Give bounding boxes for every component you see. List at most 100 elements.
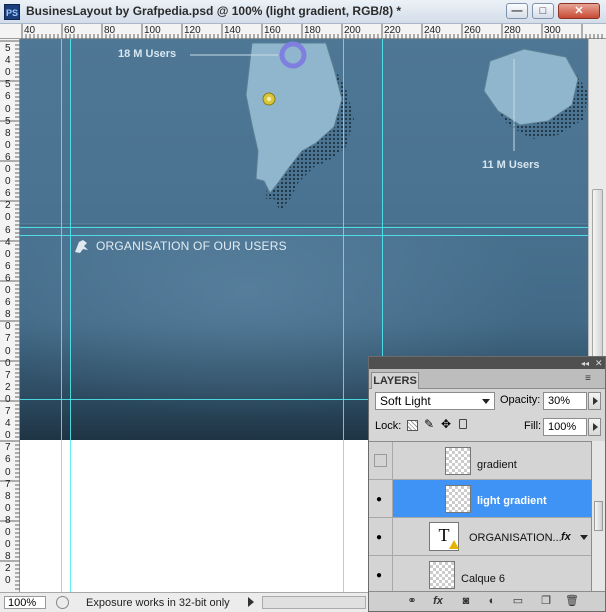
chevron-right-icon <box>593 423 598 431</box>
panel-header-strip[interactable]: ◂◂ ✕ <box>369 357 605 369</box>
ruler-tick-label: 6 <box>5 260 11 272</box>
scrollbar-thumb[interactable] <box>594 501 603 531</box>
ruler-tick-label: 60 <box>64 25 76 36</box>
ruler-tick-label: 40 <box>24 25 36 36</box>
ruler-tick-label: 0 <box>5 502 11 514</box>
ruler-tick-label: 140 <box>224 25 241 36</box>
opacity-slider-button[interactable] <box>588 392 601 410</box>
zoom-level-field[interactable]: 100% <box>4 596 46 609</box>
document-title: BusinesLayout by Grafpedia.psd @ 100% (l… <box>26 4 402 18</box>
minimize-button[interactable]: — <box>506 3 528 19</box>
ruler-tick-label: 8 <box>5 309 11 321</box>
fill-label: Fill: <box>524 420 542 432</box>
users-icon <box>75 240 88 253</box>
visibility-toggle[interactable] <box>369 442 393 479</box>
status-menu-arrow-icon[interactable] <box>248 597 254 607</box>
ruler-tick-label: 0 <box>5 527 11 538</box>
lock-transparent-pixels-icon[interactable] <box>407 420 418 431</box>
users-count-left: 18 M Users <box>118 48 177 60</box>
layer-name: light gradient <box>477 495 547 507</box>
blend-mode-value: Soft Light <box>380 394 431 408</box>
ruler-tick-label: 6 <box>5 454 11 466</box>
new-layer-icon[interactable]: ❐ <box>539 595 553 608</box>
scrollbar-thumb[interactable] <box>592 189 603 369</box>
mask-icon[interactable]: ◙ <box>459 595 473 608</box>
ruler-tick-label: 180 <box>304 25 321 36</box>
ruler-tick-label: 260 <box>464 25 481 36</box>
trash-icon[interactable]: 🗑 <box>565 595 579 608</box>
ruler-tick-label: 220 <box>384 25 401 36</box>
ruler-tick-label: 2 <box>5 381 11 393</box>
expand-effects-icon[interactable] <box>580 535 588 540</box>
ruler-tick-label: 6 <box>5 188 11 200</box>
ruler-tick-label: 0 <box>5 176 11 188</box>
ruler-tick-label: 4 <box>5 236 11 248</box>
layer-list-scrollbar[interactable] <box>591 441 605 591</box>
ruler-tick-label: 7 <box>5 478 11 490</box>
ruler-tick-label: 80 <box>104 25 116 36</box>
layer-row[interactable]: ● Calque 6 <box>369 556 591 592</box>
layers-panel-footer: ⚭ fx ◙ ◐ ▭ ❐ 🗑 <box>369 591 605 611</box>
ruler-tick-label: 7 <box>5 369 11 381</box>
layer-thumbnail <box>445 447 471 475</box>
chevron-down-icon <box>482 399 490 404</box>
ruler-tick-label: 6 <box>5 272 11 284</box>
guide-vertical[interactable] <box>343 39 344 592</box>
ruler-tick-label: 7 <box>5 442 11 454</box>
fill-slider-button[interactable] <box>588 418 601 436</box>
ruler-tick-label: 0 <box>5 164 11 175</box>
tab-layers[interactable]: LAYERS <box>371 372 419 389</box>
eye-icon: ● <box>376 494 383 505</box>
vertical-ruler[interactable]: 5405605806006206406606807007207407607808… <box>0 39 20 592</box>
opacity-input[interactable]: 30% <box>543 392 587 410</box>
group-icon[interactable]: ▭ <box>511 595 525 608</box>
panel-menu-icon[interactable]: ≡ <box>585 373 591 384</box>
guide-vertical[interactable] <box>70 39 71 592</box>
fx-badge[interactable]: fx <box>561 531 571 543</box>
layer-row-selected[interactable]: ● light gradient <box>369 480 591 518</box>
ruler-tick-label: 6 <box>5 297 11 309</box>
panel-tab-bar: LAYERS ≡ <box>369 369 605 389</box>
restore-button[interactable]: □ <box>532 3 554 19</box>
ruler-tick-label: 0 <box>5 139 11 151</box>
guide-horizontal[interactable] <box>20 235 588 236</box>
visibility-toggle[interactable]: ● <box>369 480 393 517</box>
ruler-tick-label: 8 <box>5 490 11 502</box>
layer-thumbnail <box>445 485 471 513</box>
layer-row[interactable]: gradient <box>369 442 591 480</box>
status-info-icon[interactable] <box>56 596 69 609</box>
close-panel-icon[interactable]: ✕ <box>595 358 603 369</box>
ruler-tick-label: 280 <box>504 25 521 36</box>
close-button[interactable]: ✕ <box>558 3 600 19</box>
fx-icon[interactable]: fx <box>431 595 445 608</box>
lock-all-icon[interactable] <box>459 419 467 429</box>
ruler-tick-label: 0 <box>5 357 11 369</box>
guide-vertical[interactable] <box>61 39 62 592</box>
ruler-tick-label: 7 <box>5 406 11 417</box>
layer-row[interactable]: ● T ORGANISATION... fx <box>369 518 591 556</box>
ruler-tick-label: 6 <box>5 91 11 103</box>
lock-image-pixels-icon[interactable]: ✎ <box>424 417 434 431</box>
fill-input[interactable]: 100% <box>543 418 587 436</box>
restore-icon: □ <box>539 5 547 17</box>
horizontal-scrollbar[interactable] <box>262 596 366 609</box>
adjustment-icon[interactable]: ◐ <box>485 595 499 608</box>
blend-mode-select[interactable]: Soft Light <box>375 392 495 410</box>
link-icon[interactable]: ⚭ <box>405 595 419 608</box>
ruler-tick-label: 6 <box>5 224 11 236</box>
visibility-toggle[interactable]: ● <box>369 556 393 592</box>
horizontal-ruler[interactable]: 40 60 80 100 120 140 160 180 200 220 240 260 280 300 <box>0 24 606 39</box>
visibility-toggle[interactable]: ● <box>369 518 393 555</box>
ruler-tick-label: 0 <box>5 103 11 115</box>
collapse-panel-icon[interactable]: ◂◂ <box>581 359 589 368</box>
lock-position-icon[interactable]: ✥ <box>441 417 451 431</box>
photoshop-app-icon[interactable]: PS <box>4 4 20 20</box>
lock-label: Lock: <box>375 420 402 432</box>
ruler-tick-label: 6 <box>5 151 11 163</box>
ruler-tick-label: 5 <box>5 43 11 54</box>
ruler-tick-label: 4 <box>5 55 11 67</box>
guide-horizontal[interactable] <box>20 227 588 228</box>
ruler-tick-label: 0 <box>5 321 11 333</box>
users-count-right: 11 M Users <box>482 159 540 171</box>
visibility-empty-box <box>374 454 387 467</box>
